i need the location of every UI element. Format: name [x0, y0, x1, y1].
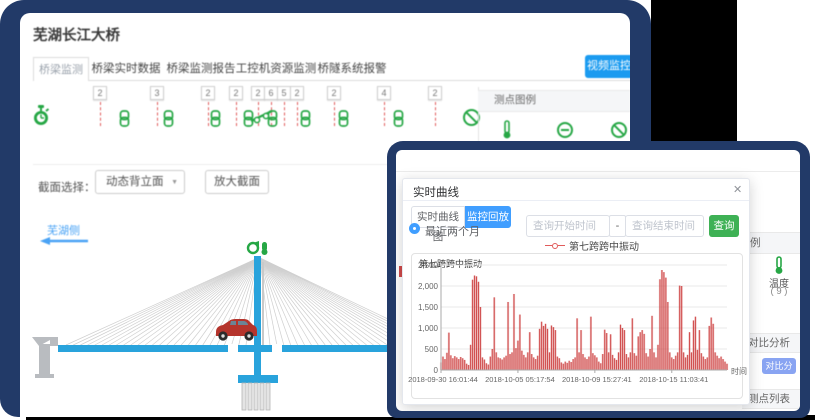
range-separator: - — [609, 215, 626, 237]
start-time-input[interactable] — [526, 215, 610, 237]
back-tab-3[interactable]: 桥梁监测报告 — [163, 57, 239, 81]
dialog-title: 实时曲线 — [413, 184, 459, 200]
sensor-count-badge: 2 — [428, 86, 442, 100]
temperature-count: ( 9 ) — [764, 286, 794, 297]
divider — [396, 171, 800, 172]
page-title: 芜湖长江大桥 — [33, 24, 120, 45]
dialog-header: 实时曲线 ✕ — [403, 179, 749, 201]
svg-text:2018-09-30 16:01:44: 2018-09-30 16:01:44 — [408, 375, 478, 384]
sensor-count-badge: 2 — [201, 86, 215, 100]
chain-link-icon — [210, 110, 221, 127]
sensor-dashed-line — [100, 102, 101, 126]
rotate-icon — [248, 241, 259, 253]
circle-minus-icon — [556, 121, 574, 139]
sensor-dashed-line — [334, 102, 335, 126]
sensor-count-badge: 4 — [377, 86, 391, 100]
svg-text:0: 0 — [434, 366, 439, 375]
modal-window: 例 温度 ( 9 ) 对比分析 对比分析 测点列表 实时曲线 ✕ 实时曲线图监控… — [396, 150, 800, 411]
video-monitor-button[interactable]: 视频监控 — [585, 55, 630, 78]
compare-analysis-button[interactable]: 对比分析 — [762, 358, 796, 374]
enlarge-section-button[interactable]: 放大截面 — [205, 170, 269, 194]
chart-panel: 第七跨跨中振动 05001,0001,5002,0002,5002018-09-… — [411, 253, 743, 399]
back-tab-4[interactable]: 工控机资源监测 — [233, 57, 319, 81]
black-region-top-right — [651, 0, 737, 141]
sensor-count-badge: 3 — [150, 86, 164, 100]
svg-text:500: 500 — [425, 345, 439, 354]
vibration-chart: 05001,0001,5002,0002,5002018-09-30 16:01… — [413, 264, 743, 398]
radio-label[interactable]: 最近两个月 — [425, 223, 480, 239]
legend-header-fragment: 例 — [742, 232, 800, 254]
car-image — [216, 319, 257, 341]
thermometer-icon — [501, 120, 513, 140]
screenshot-canvas: 芜湖长江大桥 桥梁监测桥梁实时数据桥梁监测报告工控机资源监测桥隧系统报警 视频监… — [0, 0, 815, 420]
radio-dot-icon — [413, 227, 416, 230]
back-tab-2[interactable]: 桥梁实时数据 — [88, 57, 164, 81]
sensor-dashed-line — [384, 102, 385, 126]
sensor-dashed-line — [208, 102, 209, 126]
bearing-icon — [250, 109, 274, 124]
close-icon[interactable]: ✕ — [733, 183, 742, 196]
back-tab-1[interactable]: 桥梁监测 — [33, 57, 89, 81]
pier-piles — [242, 383, 270, 410]
chain-link-icon — [163, 110, 174, 127]
sensor-dashed-line — [284, 102, 285, 126]
measurement-list-fragment: 测点列表 — [742, 389, 800, 409]
radio-last-two-months[interactable] — [409, 223, 420, 234]
chain-link-icon — [119, 110, 130, 127]
chain-link-icon — [338, 110, 349, 127]
svg-text:2,000: 2,000 — [418, 282, 439, 291]
svg-text:2,500: 2,500 — [418, 261, 439, 270]
svg-text:1,000: 1,000 — [418, 324, 439, 333]
legend-panel-header: 测点图例 — [478, 90, 630, 112]
section-select-label: 截面选择： — [38, 176, 96, 200]
back-tab-5[interactable]: 桥隧系统报警 — [314, 57, 390, 81]
sensor-dashed-line — [435, 102, 436, 126]
chain-link-icon — [300, 110, 311, 127]
section-select-value: 动态背立面 — [106, 176, 164, 188]
sensor-count-badge: 2 — [93, 86, 107, 100]
tower-top-sensor-icon — [262, 242, 268, 255]
end-time-input[interactable] — [625, 215, 704, 237]
sensor-dashed-line — [297, 102, 298, 126]
stopwatch-icon — [31, 105, 51, 127]
chart-legend[interactable]: 第七跨跨中振动 — [545, 240, 639, 251]
sensor-count-badge: 2 — [290, 86, 304, 100]
legend-label: 第七跨跨中振动 — [569, 238, 639, 253]
prohibit-icon-small — [610, 121, 628, 139]
sensor-count-badge: 2 — [327, 86, 341, 100]
svg-text:2018-10-15 11:03:41: 2018-10-15 11:03:41 — [639, 375, 708, 384]
sensor-count-badge: 6 — [264, 86, 278, 100]
abutment — [32, 337, 58, 378]
chain-link-icon — [393, 110, 404, 127]
svg-text:时间: 时间 — [731, 366, 747, 376]
legend-panel-title: 测点图例 — [494, 94, 536, 106]
svg-text:2018-10-09 15:27:41: 2018-10-09 15:27:41 — [562, 375, 632, 384]
query-button[interactable]: 查询 — [709, 215, 739, 237]
legend-marker-icon — [545, 243, 565, 249]
svg-text:2018-10-05 05:17:54: 2018-10-05 05:17:54 — [485, 375, 555, 384]
sensor-count-badge: 5 — [277, 86, 291, 100]
sensor-dashed-line — [236, 102, 237, 126]
sensor-count-badge: 2 — [229, 86, 243, 100]
svg-text:1,500: 1,500 — [418, 303, 439, 312]
sensor-count-badge: 2 — [251, 86, 265, 100]
section-select[interactable]: 动态背立面 ▼ — [95, 170, 185, 194]
dropdown-caret-icon: ▼ — [171, 171, 178, 195]
realtime-curve-dialog: 实时曲线 ✕ 实时曲线图监控回放 最近两个月 - 查询 第七跨跨中振动 — [402, 178, 750, 405]
compare-section-header: 对比分析 — [742, 333, 800, 353]
thermometer-icon — [773, 257, 785, 275]
sensor-dashed-line — [157, 102, 158, 126]
